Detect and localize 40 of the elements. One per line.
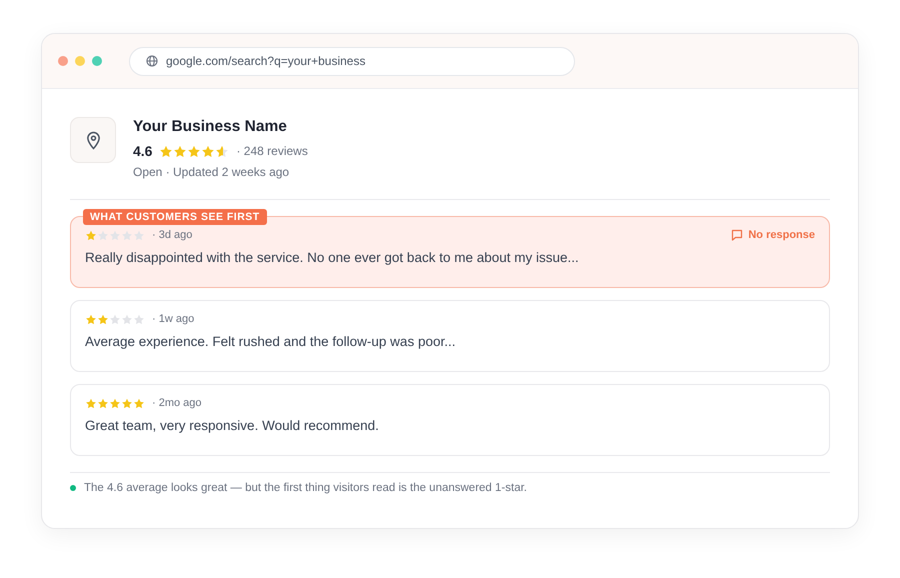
review-text: Average experience. Felt rushed and the follow-up was poor... (85, 334, 456, 349)
star-icon (173, 144, 188, 158)
minimize-dot[interactable] (75, 56, 85, 66)
review-age: · 2mo ago (152, 397, 202, 409)
review-age: · 1w ago (152, 313, 194, 325)
star-icon (121, 230, 133, 240)
star-icon (109, 398, 121, 408)
business-name: Your Business Name (133, 118, 288, 136)
comment-icon (731, 229, 744, 241)
star-icon (85, 230, 97, 240)
star-icon (187, 144, 202, 158)
star-icon (133, 314, 145, 324)
star-icon (97, 398, 109, 408)
response-status: No response (748, 229, 815, 241)
star-icon (121, 398, 133, 408)
maximize-dot[interactable] (92, 56, 102, 66)
star-icon (133, 230, 145, 240)
globe-icon (146, 55, 158, 67)
warning-label: WHAT CUSTOMERS SEE FIRST (83, 209, 267, 225)
star-icon (85, 314, 97, 324)
star-icon (97, 230, 109, 240)
review-age: · 3d ago (152, 229, 192, 241)
business-status: Open · Updated 2 weeks ago (133, 165, 290, 179)
close-dot[interactable] (58, 56, 68, 66)
star-icon (159, 144, 174, 158)
star-icon (109, 314, 121, 324)
star-icon (201, 144, 216, 158)
review-text: Really disappointed with the service. No one ever got back to me about my issue... (85, 250, 580, 265)
location-pin-icon (86, 130, 100, 150)
star-icon (215, 144, 230, 158)
star-icon (121, 314, 133, 324)
footnote-text: The 4.6 average looks great — but the first thing visitors read is the unanswered 1-star. (84, 482, 527, 494)
rating-value: 4.6 (133, 143, 152, 159)
review-text: Great team, very responsive. Would recommend. (85, 418, 380, 433)
star-icon (109, 230, 121, 240)
star-icon (85, 398, 97, 408)
address-bar[interactable]: google.com/search?q=your+business (129, 46, 575, 76)
star-icon (97, 314, 109, 324)
review-count: · 248 reviews (236, 144, 308, 158)
star-icon (133, 398, 145, 408)
